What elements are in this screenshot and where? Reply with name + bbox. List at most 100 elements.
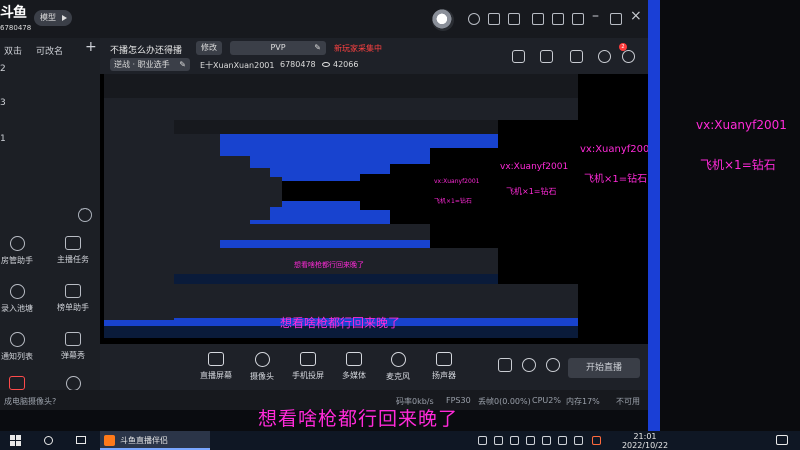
overlay-panel: vx:Xuanyf2001 飞机×1=钻石 — [648, 0, 800, 431]
control-camera[interactable]: 摄像头 — [238, 352, 286, 382]
stream-preview[interactable]: vx:Xuanyf2001 飞机×1=钻石 想看啥枪都行回来晚了 vx:Xuan… — [100, 74, 648, 344]
more-icon[interactable] — [78, 205, 92, 222]
edit-title-button[interactable]: 修改 — [196, 41, 222, 55]
tray-app-icon[interactable] — [494, 436, 503, 445]
clock-time: 21:01 — [633, 432, 657, 441]
add-scene-icon[interactable]: + — [85, 39, 97, 55]
sidebar-tab-1[interactable]: 可改名 — [36, 44, 63, 57]
tray-app-icon[interactable] — [558, 436, 567, 445]
mode-field[interactable]: PVP ✎ — [230, 41, 326, 55]
mirror-level-4 — [250, 164, 390, 224]
taskbar: 斗鱼直播伴侣 21:01 2022/10/22 — [0, 431, 800, 450]
tray-app-icon[interactable] — [478, 436, 487, 445]
control-media[interactable]: 多媒体 — [330, 352, 378, 381]
room-id: 6780478 — [280, 60, 316, 69]
gift-text: 飞机×1=钻石 — [700, 158, 776, 172]
message-icon[interactable] — [488, 13, 500, 25]
task-view-icon[interactable] — [76, 436, 86, 444]
mirror-contact-3: vx:Xuanyf2001 — [434, 178, 480, 185]
mirror-sidebar-4 — [250, 168, 270, 220]
mirror-banner-2: 想看啥枪都行回来晚了 — [294, 261, 364, 269]
scene-item-0[interactable]: 2 — [0, 64, 6, 74]
control-speaker[interactable]: 扬声器 — [420, 352, 468, 381]
pip-icon[interactable] — [522, 358, 536, 372]
maximize-icon[interactable] — [610, 13, 622, 25]
share-icon[interactable] — [622, 50, 635, 63]
sidebar-tool-0[interactable]: 房管助手 — [0, 236, 42, 266]
lock-icon[interactable] — [540, 50, 553, 63]
sidebar: 双击 可改名 + 2 3 1 房管助手 主播任务 录入池塘 榜单助手 — [0, 38, 100, 410]
windows-start-icon[interactable] — [10, 435, 21, 446]
mirror-contact: vx:Xuanyf2001 — [580, 144, 648, 155]
scrolling-banner: 想看啥枪都行回来晚了 — [258, 408, 459, 430]
bell-icon[interactable] — [598, 50, 611, 63]
sidebar-tool-label: 榜单助手 — [57, 303, 89, 312]
desktop-screen: 斗鱼 6780478 模型 – × 双击 可改名 + 2 3 1 ··· 房管助… — [0, 0, 800, 450]
scene-item-1[interactable]: 3 — [0, 98, 6, 108]
tray-app-icon[interactable] — [510, 436, 519, 445]
douyu-icon — [104, 435, 115, 446]
search-icon[interactable] — [44, 436, 53, 445]
eye-icon — [322, 62, 330, 67]
menu-icon[interactable] — [572, 13, 584, 25]
control-label: 多媒体 — [342, 371, 366, 380]
sidebar-tool-label: 房管助手 — [1, 256, 33, 265]
mirror-controls-3 — [250, 224, 430, 240]
mail-icon[interactable] — [532, 13, 544, 25]
camera-icon — [254, 352, 270, 367]
sidebar-tool-1[interactable]: 主播任务 — [48, 236, 98, 265]
control-mic[interactable]: 麦克风 — [374, 352, 422, 382]
phone-icon — [300, 352, 316, 366]
scene-item-2[interactable]: 1 — [0, 134, 6, 144]
rank-icon — [65, 284, 81, 298]
mirror-gift-3: 飞机×1=钻石 — [434, 198, 472, 205]
skin-icon[interactable] — [552, 13, 564, 25]
mirror-gift: 飞机×1=钻石 — [584, 174, 648, 185]
gift-box-icon[interactable] — [508, 13, 520, 25]
control-label: 摄像头 — [250, 372, 274, 381]
mirror-contact-2: vx:Xuanyf2001 — [500, 162, 569, 172]
taskbar-app-douyu[interactable]: 斗鱼直播伴侣 — [100, 431, 210, 450]
status-left: 成电脑摄像头? — [4, 397, 57, 406]
headset-icon[interactable] — [468, 13, 480, 25]
sidebar-tool-5[interactable]: 弹幕秀 — [48, 332, 98, 361]
tray-app-icon[interactable] — [542, 436, 551, 445]
notification-icon[interactable] — [776, 435, 788, 445]
settings-icon[interactable] — [546, 358, 560, 372]
gift-icon[interactable] — [512, 50, 525, 63]
status-mem: 内存17% — [566, 397, 600, 406]
viewer-value: 42066 — [333, 60, 359, 69]
mode-toggle[interactable]: 模型 — [34, 10, 72, 26]
viewer-count: 42066 — [322, 60, 358, 69]
task-check-icon — [65, 236, 81, 250]
mirror-preview-3 — [250, 164, 430, 224]
control-screen[interactable]: 直播屏幕 — [192, 352, 240, 381]
control-phone[interactable]: 手机投屏 — [284, 352, 332, 381]
logo-text: 斗鱼 — [0, 5, 27, 21]
sidebar-tab-0[interactable]: 双击 — [4, 44, 22, 57]
mirror-stream-bar — [174, 98, 578, 120]
category-field[interactable]: 逆战 · 职业选手 ✎ — [110, 58, 190, 71]
sidebar-tool-4[interactable]: 通知列表 — [0, 332, 42, 362]
mirror-taskbar-2 — [174, 274, 498, 284]
sidebar-tool-label: 主播任务 — [57, 255, 89, 264]
tv-icon — [65, 332, 81, 346]
start-live-button[interactable]: 开始直播 — [568, 358, 640, 378]
taskbar-clock[interactable]: 21:01 2022/10/22 — [620, 432, 670, 450]
room-title: 不播怎么办还得播 — [110, 46, 183, 56]
avatar[interactable] — [432, 9, 454, 31]
sidebar-tool-3[interactable]: 榜单助手 — [48, 284, 98, 313]
mirror-level-1: vx:Xuanyf2001 飞机×1=钻石 想看啥枪都行回来晚了 vx:Xuan… — [104, 74, 578, 338]
close-icon[interactable]: × — [630, 8, 642, 24]
microphone-icon — [390, 352, 406, 367]
tray-app-icon[interactable] — [526, 436, 535, 445]
share-screen-icon[interactable] — [570, 50, 583, 63]
tray-app-icon[interactable] — [574, 436, 583, 445]
minimize-icon[interactable]: – — [592, 8, 599, 24]
sidebar-tool-2[interactable]: 录入池塘 — [0, 284, 42, 314]
control-label: 手机投屏 — [292, 371, 324, 380]
record-icon[interactable] — [498, 358, 512, 372]
mirror-titlebar-2 — [174, 120, 498, 134]
control-label: 扬声器 — [432, 371, 456, 380]
tray-app-icon[interactable] — [592, 436, 601, 445]
